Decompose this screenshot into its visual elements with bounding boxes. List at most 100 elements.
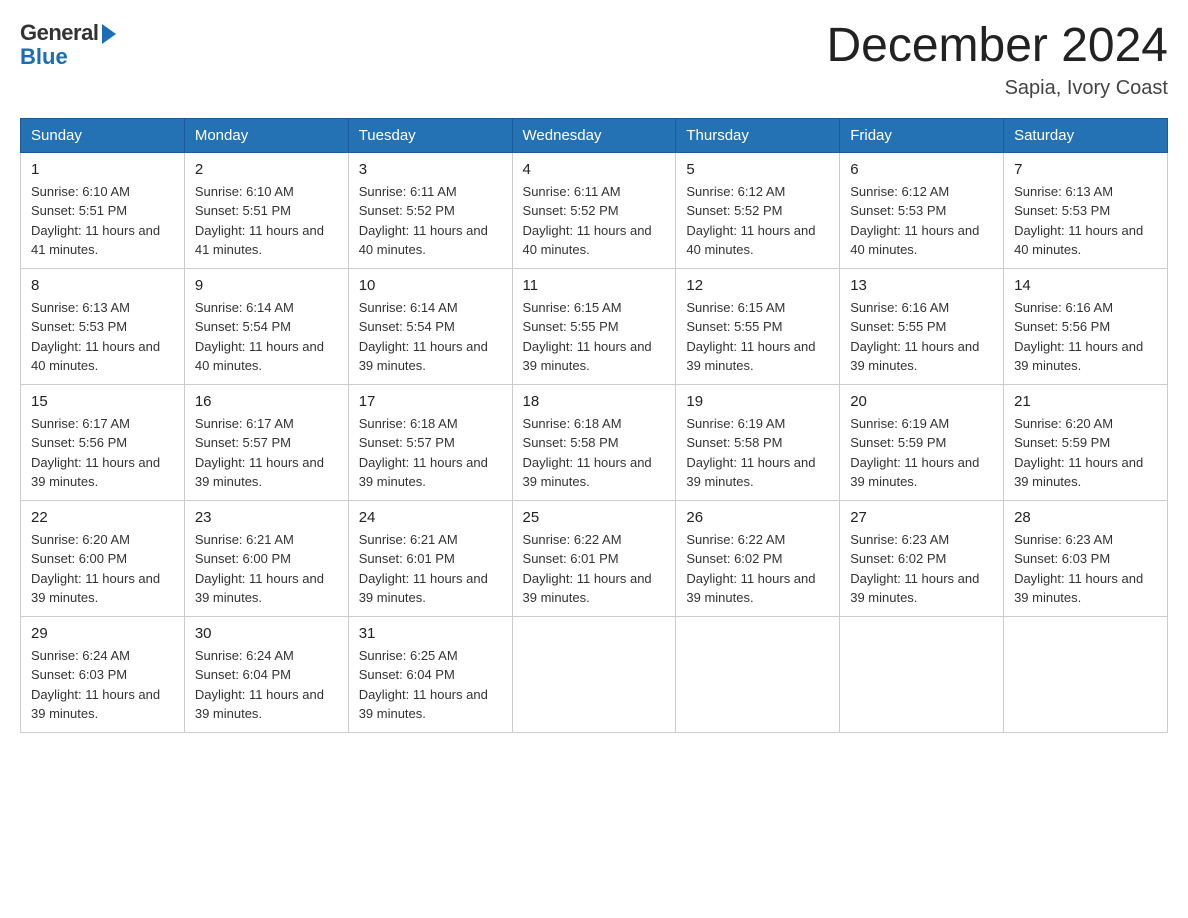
day-number: 17 [359,393,502,410]
day-info: Sunrise: 6:24 AMSunset: 6:03 PMDaylight:… [31,646,174,724]
day-info: Sunrise: 6:20 AMSunset: 6:00 PMDaylight:… [31,530,174,608]
column-header-wednesday: Wednesday [512,118,676,152]
logo-general-text: General [20,20,98,46]
calendar-cell [676,616,840,732]
day-number: 23 [195,509,338,526]
day-number: 6 [850,161,993,178]
logo-arrow-icon [102,24,116,44]
day-info: Sunrise: 6:12 AMSunset: 5:52 PMDaylight:… [686,182,829,260]
calendar-cell: 23 Sunrise: 6:21 AMSunset: 6:00 PMDaylig… [184,500,348,616]
calendar-cell: 10 Sunrise: 6:14 AMSunset: 5:54 PMDaylig… [348,268,512,384]
day-info: Sunrise: 6:23 AMSunset: 6:03 PMDaylight:… [1014,530,1157,608]
day-number: 24 [359,509,502,526]
day-number: 19 [686,393,829,410]
calendar-cell: 30 Sunrise: 6:24 AMSunset: 6:04 PMDaylig… [184,616,348,732]
calendar-table: SundayMondayTuesdayWednesdayThursdayFrid… [20,118,1168,733]
day-number: 4 [523,161,666,178]
day-number: 7 [1014,161,1157,178]
day-number: 13 [850,277,993,294]
calendar-week-row: 8 Sunrise: 6:13 AMSunset: 5:53 PMDayligh… [21,268,1168,384]
day-number: 8 [31,277,174,294]
title-block: December 2024 Sapia, Ivory Coast [826,20,1168,100]
calendar-cell: 24 Sunrise: 6:21 AMSunset: 6:01 PMDaylig… [348,500,512,616]
day-number: 20 [850,393,993,410]
day-info: Sunrise: 6:22 AMSunset: 6:01 PMDaylight:… [523,530,666,608]
day-info: Sunrise: 6:24 AMSunset: 6:04 PMDaylight:… [195,646,338,724]
calendar-cell: 28 Sunrise: 6:23 AMSunset: 6:03 PMDaylig… [1004,500,1168,616]
day-info: Sunrise: 6:10 AMSunset: 5:51 PMDaylight:… [195,182,338,260]
calendar-week-row: 1 Sunrise: 6:10 AMSunset: 5:51 PMDayligh… [21,152,1168,268]
day-info: Sunrise: 6:23 AMSunset: 6:02 PMDaylight:… [850,530,993,608]
day-info: Sunrise: 6:12 AMSunset: 5:53 PMDaylight:… [850,182,993,260]
day-number: 27 [850,509,993,526]
day-number: 14 [1014,277,1157,294]
calendar-cell: 19 Sunrise: 6:19 AMSunset: 5:58 PMDaylig… [676,384,840,500]
calendar-cell: 20 Sunrise: 6:19 AMSunset: 5:59 PMDaylig… [840,384,1004,500]
column-header-saturday: Saturday [1004,118,1168,152]
column-header-sunday: Sunday [21,118,185,152]
calendar-cell: 15 Sunrise: 6:17 AMSunset: 5:56 PMDaylig… [21,384,185,500]
calendar-cell: 2 Sunrise: 6:10 AMSunset: 5:51 PMDayligh… [184,152,348,268]
day-number: 16 [195,393,338,410]
logo: General Blue [20,20,116,70]
day-info: Sunrise: 6:21 AMSunset: 6:00 PMDaylight:… [195,530,338,608]
calendar-cell: 16 Sunrise: 6:17 AMSunset: 5:57 PMDaylig… [184,384,348,500]
calendar-week-row: 15 Sunrise: 6:17 AMSunset: 5:56 PMDaylig… [21,384,1168,500]
calendar-cell: 14 Sunrise: 6:16 AMSunset: 5:56 PMDaylig… [1004,268,1168,384]
calendar-cell: 6 Sunrise: 6:12 AMSunset: 5:53 PMDayligh… [840,152,1004,268]
day-info: Sunrise: 6:18 AMSunset: 5:57 PMDaylight:… [359,414,502,492]
day-number: 31 [359,625,502,642]
calendar-cell [1004,616,1168,732]
calendar-cell: 31 Sunrise: 6:25 AMSunset: 6:04 PMDaylig… [348,616,512,732]
calendar-cell: 29 Sunrise: 6:24 AMSunset: 6:03 PMDaylig… [21,616,185,732]
calendar-cell: 5 Sunrise: 6:12 AMSunset: 5:52 PMDayligh… [676,152,840,268]
calendar-cell [840,616,1004,732]
day-info: Sunrise: 6:15 AMSunset: 5:55 PMDaylight:… [686,298,829,376]
day-number: 21 [1014,393,1157,410]
calendar-cell: 27 Sunrise: 6:23 AMSunset: 6:02 PMDaylig… [840,500,1004,616]
column-header-monday: Monday [184,118,348,152]
day-info: Sunrise: 6:19 AMSunset: 5:58 PMDaylight:… [686,414,829,492]
column-header-thursday: Thursday [676,118,840,152]
calendar-cell: 8 Sunrise: 6:13 AMSunset: 5:53 PMDayligh… [21,268,185,384]
day-number: 22 [31,509,174,526]
day-info: Sunrise: 6:25 AMSunset: 6:04 PMDaylight:… [359,646,502,724]
calendar-cell: 26 Sunrise: 6:22 AMSunset: 6:02 PMDaylig… [676,500,840,616]
day-info: Sunrise: 6:15 AMSunset: 5:55 PMDaylight:… [523,298,666,376]
calendar-cell: 17 Sunrise: 6:18 AMSunset: 5:57 PMDaylig… [348,384,512,500]
page-header: General Blue December 2024 Sapia, Ivory … [20,20,1168,100]
calendar-cell: 18 Sunrise: 6:18 AMSunset: 5:58 PMDaylig… [512,384,676,500]
day-number: 10 [359,277,502,294]
day-info: Sunrise: 6:14 AMSunset: 5:54 PMDaylight:… [195,298,338,376]
day-info: Sunrise: 6:10 AMSunset: 5:51 PMDaylight:… [31,182,174,260]
day-info: Sunrise: 6:17 AMSunset: 5:56 PMDaylight:… [31,414,174,492]
day-info: Sunrise: 6:19 AMSunset: 5:59 PMDaylight:… [850,414,993,492]
calendar-cell: 13 Sunrise: 6:16 AMSunset: 5:55 PMDaylig… [840,268,1004,384]
calendar-cell: 3 Sunrise: 6:11 AMSunset: 5:52 PMDayligh… [348,152,512,268]
calendar-cell: 12 Sunrise: 6:15 AMSunset: 5:55 PMDaylig… [676,268,840,384]
day-number: 29 [31,625,174,642]
calendar-cell: 11 Sunrise: 6:15 AMSunset: 5:55 PMDaylig… [512,268,676,384]
day-number: 2 [195,161,338,178]
calendar-cell: 22 Sunrise: 6:20 AMSunset: 6:00 PMDaylig… [21,500,185,616]
month-title: December 2024 [826,20,1168,73]
day-number: 12 [686,277,829,294]
calendar-cell [512,616,676,732]
day-number: 26 [686,509,829,526]
day-info: Sunrise: 6:11 AMSunset: 5:52 PMDaylight:… [523,182,666,260]
day-number: 1 [31,161,174,178]
day-number: 5 [686,161,829,178]
location-text: Sapia, Ivory Coast [826,77,1168,100]
day-info: Sunrise: 6:22 AMSunset: 6:02 PMDaylight:… [686,530,829,608]
day-info: Sunrise: 6:13 AMSunset: 5:53 PMDaylight:… [1014,182,1157,260]
day-number: 18 [523,393,666,410]
day-number: 11 [523,277,666,294]
day-info: Sunrise: 6:14 AMSunset: 5:54 PMDaylight:… [359,298,502,376]
day-info: Sunrise: 6:13 AMSunset: 5:53 PMDaylight:… [31,298,174,376]
calendar-header-row: SundayMondayTuesdayWednesdayThursdayFrid… [21,118,1168,152]
day-number: 30 [195,625,338,642]
calendar-cell: 21 Sunrise: 6:20 AMSunset: 5:59 PMDaylig… [1004,384,1168,500]
day-number: 15 [31,393,174,410]
calendar-cell: 7 Sunrise: 6:13 AMSunset: 5:53 PMDayligh… [1004,152,1168,268]
day-info: Sunrise: 6:18 AMSunset: 5:58 PMDaylight:… [523,414,666,492]
